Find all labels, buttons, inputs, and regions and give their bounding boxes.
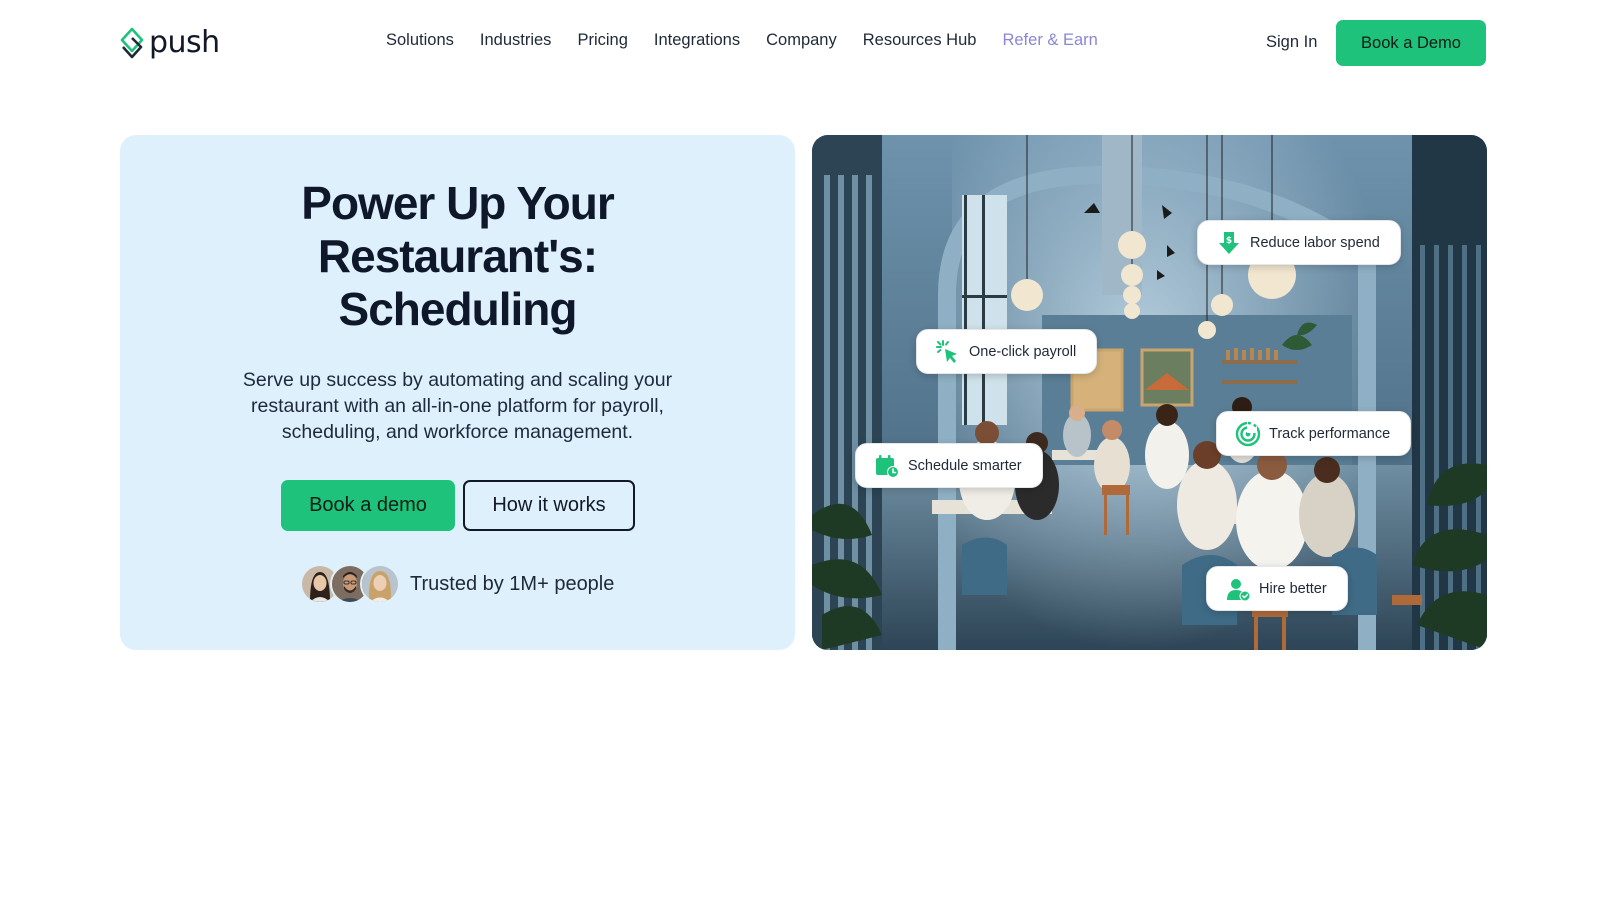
- feature-chip-hire-better: Hire better: [1206, 566, 1348, 611]
- dollar-arrow-down-icon: $: [1219, 231, 1239, 254]
- feature-chip-label: Hire better: [1259, 580, 1327, 597]
- hero-title-line: Scheduling: [338, 283, 578, 335]
- nav-item-solutions[interactable]: Solutions: [386, 28, 454, 52]
- hero-card: Power Up Your Restaurant's: Scheduling S…: [120, 135, 795, 650]
- nav-item-refer-earn[interactable]: Refer & Earn: [1002, 28, 1097, 52]
- nav-item-pricing[interactable]: Pricing: [577, 28, 627, 52]
- target-icon: [1235, 420, 1261, 446]
- push-logo[interactable]: push: [119, 26, 220, 60]
- avatar: [360, 564, 400, 604]
- hero-subtitle-line: restaurant with an all-in-one platform f…: [251, 395, 664, 417]
- cursor-click-icon: [936, 339, 957, 363]
- calendar-clock-icon: [876, 454, 899, 478]
- feature-chip-label: Schedule smarter: [908, 457, 1022, 474]
- site-header: push Solutions Industries Pricing Integr…: [0, 0, 1600, 86]
- hero-subtitle: Serve up success by automating and scali…: [210, 367, 705, 445]
- hero-subtitle-line: Serve up success by automating and scali…: [242, 369, 673, 391]
- hero-subtitle-line: scheduling, and workforce management.: [281, 421, 634, 443]
- feature-chip-schedule-smarter: Schedule smarter: [855, 443, 1043, 488]
- header-book-demo-button[interactable]: Book a Demo: [1336, 20, 1486, 66]
- feature-chip-one-click-payroll: One-click payroll: [916, 329, 1098, 374]
- feature-chip-track-performance: Track performance: [1216, 411, 1412, 456]
- trust-badge: Trusted by 1M+ people: [300, 564, 614, 604]
- feature-chip-reduce-labor-spend: $ Reduce labor spend: [1197, 220, 1401, 265]
- book-demo-button[interactable]: Book a demo: [281, 480, 455, 531]
- main-nav: Solutions Industries Pricing Integration…: [386, 28, 1098, 52]
- hero-restaurant-image: $ Reduce labor spend One-click payroll T…: [812, 135, 1487, 650]
- sign-in-link[interactable]: Sign In: [1266, 30, 1317, 54]
- nav-item-integrations[interactable]: Integrations: [654, 28, 740, 52]
- feature-chip-label: Track performance: [1269, 425, 1391, 442]
- how-it-works-button[interactable]: How it works: [463, 480, 635, 531]
- hero-title-line: Restaurant's:: [317, 230, 598, 282]
- avatar-group: [300, 564, 400, 604]
- nav-item-company[interactable]: Company: [766, 28, 837, 52]
- push-logo-icon: [120, 27, 144, 59]
- nav-item-industries[interactable]: Industries: [480, 28, 552, 52]
- feature-chip-label: One-click payroll: [969, 343, 1077, 360]
- svg-text:$: $: [1226, 236, 1232, 246]
- brand-name: push: [149, 25, 220, 60]
- feature-chip-label: Reduce labor spend: [1250, 234, 1380, 251]
- restaurant-scene-image: [812, 135, 1487, 650]
- nav-item-resources-hub[interactable]: Resources Hub: [863, 28, 977, 52]
- user-check-icon: [1227, 578, 1251, 601]
- hero-title-line: Power Up Your: [301, 177, 614, 229]
- hero-title: Power Up Your Restaurant's: Scheduling: [120, 177, 795, 336]
- trust-text: Trusted by 1M+ people: [410, 573, 615, 595]
